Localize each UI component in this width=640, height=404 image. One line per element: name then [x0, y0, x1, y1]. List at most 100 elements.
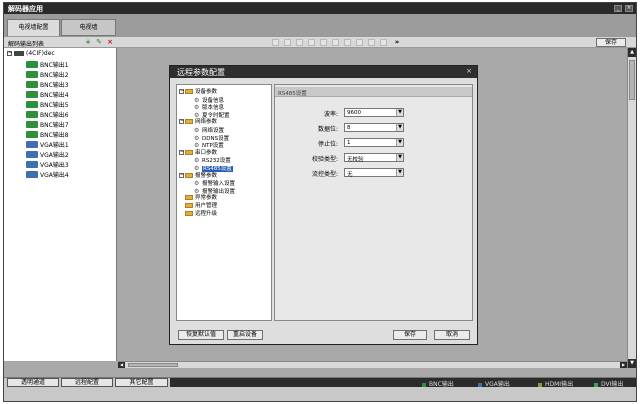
tree-category[interactable]: − 网络参数	[179, 119, 217, 126]
field-select[interactable]: 无 ▼	[344, 168, 404, 178]
field-select[interactable]: 9600 ▼	[344, 108, 404, 117]
field-row: 波率: 9600 ▼	[275, 108, 472, 118]
tree-root-device[interactable]: − (4CIF)dec	[7, 50, 55, 57]
add-icon[interactable]: +	[84, 39, 92, 46]
layout-1-icon[interactable]	[272, 39, 279, 46]
close-icon[interactable]: ×	[625, 5, 633, 12]
channel-item[interactable]: VGA输出3	[26, 160, 69, 170]
reboot-device-button[interactable]: 重启设备	[227, 330, 263, 340]
settings-icon: ⚙	[194, 111, 200, 119]
tree-category[interactable]: 用户管理	[179, 203, 217, 210]
edit-icon[interactable]: ✎	[95, 39, 103, 46]
horizontal-scroll-thumb[interactable]	[128, 363, 178, 367]
tree-label: 串口参数	[195, 149, 218, 156]
remote-config-button[interactable]: 远程配置	[61, 378, 113, 387]
tree-item[interactable]: ⚙ RS485设置	[194, 165, 233, 172]
minimize-icon[interactable]: _	[614, 5, 622, 12]
settings-icon: ⚙	[194, 157, 200, 165]
tree-item[interactable]: ⚙ 报警输出设置	[194, 188, 235, 195]
chevron-down-icon[interactable]: ▼	[396, 139, 403, 146]
collapse-icon[interactable]: −	[179, 172, 184, 178]
dialog-cancel-button[interactable]: 取消	[434, 330, 470, 340]
tree-label: 用户管理	[195, 203, 218, 209]
collapse-icon[interactable]: −	[179, 149, 184, 155]
other-config-button[interactable]: 其它配置	[115, 378, 168, 387]
screen-icon[interactable]	[320, 39, 327, 46]
vga-output-icon	[26, 161, 38, 168]
horizontal-scrollbar[interactable]: ◀ ▶	[118, 361, 627, 368]
grid-icon[interactable]	[368, 39, 375, 46]
layout-16-icon[interactable]	[308, 39, 315, 46]
vga-output-icon	[26, 171, 38, 178]
channel-item[interactable]: VGA输出1	[26, 140, 69, 150]
restore-defaults-button[interactable]: 恢复默认值	[178, 330, 224, 340]
channel-item[interactable]: BNC输出1	[26, 60, 69, 70]
lock-icon[interactable]	[344, 39, 351, 46]
channel-item[interactable]: BNC输出6	[26, 110, 69, 120]
channel-item[interactable]: BNC输出5	[26, 100, 69, 110]
tree-category[interactable]: − 报警参数	[179, 172, 217, 180]
tab-tv-wall-config[interactable]: 电视墙配置	[7, 19, 60, 36]
collapse-icon[interactable]: −	[179, 89, 184, 94]
collapse-icon[interactable]: −	[179, 119, 184, 125]
scroll-right-icon[interactable]: ▶	[620, 362, 627, 368]
tree-item[interactable]: ⚙ RS232设置	[194, 157, 231, 164]
scroll-down-icon[interactable]: ▼	[628, 359, 636, 368]
channel-item[interactable]: VGA输出4	[26, 170, 69, 180]
scroll-up-icon[interactable]: ▲	[628, 48, 636, 57]
scroll-left-icon[interactable]: ◀	[118, 362, 125, 368]
tree-item[interactable]: ⚙ DDNS设置	[194, 135, 229, 142]
tree-item[interactable]: ⚙ 网络设置	[194, 127, 224, 134]
channel-item[interactable]: BNC输出7	[26, 120, 69, 130]
window-icon[interactable]	[332, 39, 339, 46]
chevron-down-icon[interactable]: ▼	[396, 124, 403, 131]
toolbar-save-button[interactable]: 保存	[596, 38, 626, 47]
tree-label: 报警输出设置	[202, 188, 236, 195]
tree-category[interactable]: − 串口参数	[179, 149, 218, 157]
channel-item[interactable]: BNC输出2	[26, 70, 69, 80]
channel-item[interactable]: BNC输出8	[26, 130, 69, 140]
chevron-down-icon[interactable]: ▼	[396, 109, 403, 116]
field-select[interactable]: 1 ▼	[344, 138, 404, 147]
tab-tv-wall[interactable]: 电视墙	[61, 19, 116, 36]
delete-icon[interactable]: ×	[106, 39, 114, 46]
field-label: 流控类型:	[311, 171, 338, 178]
vertical-scrollbar[interactable]: ▲ ▼	[627, 48, 636, 368]
multi-grid-icon[interactable]	[380, 39, 387, 46]
tree-item[interactable]: ⚙ 设备信息	[194, 97, 224, 104]
folder-icon	[185, 203, 193, 208]
app-title: 解码器应用	[8, 5, 43, 13]
legend-vga-swatch	[478, 382, 482, 387]
legend-vga: VGA输出	[478, 379, 510, 388]
legend-dvi: DVI输出	[594, 379, 623, 388]
status-bar: 透明通道 远程配置 其它配置 BNC输出 VGA输出 HDMI输出 DVI输出	[4, 377, 636, 401]
layout-9-icon[interactable]	[296, 39, 303, 46]
tree-category[interactable]: 异常参数	[179, 195, 217, 202]
tree-item[interactable]: ⚙ 夏令时配置	[194, 112, 230, 119]
field-select[interactable]: 8 ▼	[344, 123, 404, 132]
panel-title: RS485设置	[278, 91, 307, 97]
field-row: 流控类型: 无 ▼	[275, 168, 472, 178]
tree-item[interactable]: ⚙ 报警输入设置	[194, 180, 235, 187]
tree-label: DDNS设置	[202, 135, 230, 142]
tree-category[interactable]: − 设备参数	[179, 89, 217, 96]
channel-item[interactable]: BNC输出4	[26, 90, 69, 100]
chevron-down-icon[interactable]: ▼	[396, 169, 403, 176]
tree-category[interactable]: 远程升级	[179, 210, 217, 218]
layout-4-icon[interactable]	[284, 39, 291, 46]
dialog-close-icon[interactable]: ×	[466, 67, 472, 75]
settings-icon: ⚙	[194, 96, 200, 104]
collapse-icon[interactable]: −	[7, 51, 12, 56]
vertical-scroll-thumb[interactable]	[629, 60, 635, 100]
split-icon[interactable]	[356, 39, 363, 46]
channel-item[interactable]: BNC输出3	[26, 80, 69, 90]
tree-item[interactable]: ⚙ NTP设置	[194, 142, 224, 149]
field-select[interactable]: 无校验 ▼	[344, 153, 404, 163]
chevron-down-icon[interactable]: ▼	[396, 154, 403, 161]
transparent-channel-button[interactable]: 透明通道	[7, 378, 59, 387]
dialog-save-button[interactable]: 保存	[393, 330, 427, 340]
legend-bnc: BNC输出	[422, 379, 454, 388]
tree-item[interactable]: ⚙ 版本信息	[194, 104, 224, 111]
expand-chevron-icon[interactable]: »	[393, 39, 401, 46]
channel-item[interactable]: VGA输出2	[26, 150, 69, 160]
